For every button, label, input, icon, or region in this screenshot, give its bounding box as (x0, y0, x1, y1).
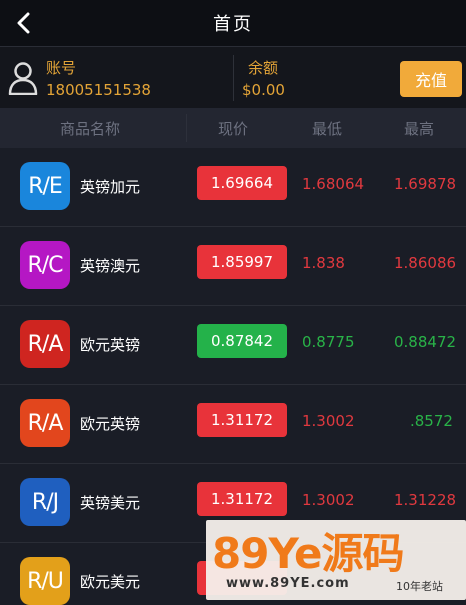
divider (186, 114, 187, 142)
account-label: 账号 (46, 59, 77, 77)
column-header-name: 商品名称 (60, 120, 121, 138)
column-header-price: 现价 (218, 120, 249, 138)
low-price: 1.838 (302, 254, 345, 272)
high-price: 1.31228 (394, 491, 457, 509)
symbol-badge: R/A (20, 320, 70, 368)
product-name: 英镑加元 (80, 178, 141, 196)
watermark: 89Ye源码 www.89YE.com 10年老站 (206, 520, 466, 600)
low-price: 0.8775 (302, 333, 355, 351)
product-name: 英镑澳元 (80, 257, 141, 275)
product-name: 英镑美元 (80, 494, 141, 512)
table-row[interactable]: R/A 欧元英镑 1.31172 1.3002 .8572 (0, 385, 466, 464)
symbol-badge: R/J (20, 478, 70, 526)
back-arrow-icon (17, 12, 30, 34)
page-title: 首页 (213, 14, 253, 35)
high-price: 1.69878 (394, 175, 457, 193)
title-bar: 首页 (0, 0, 466, 46)
symbol-badge: R/E (20, 162, 70, 210)
current-price[interactable]: 1.85997 (197, 245, 287, 279)
table-row[interactable]: R/A 欧元英镑 0.87842 0.8775 0.88472 (0, 306, 466, 385)
account-number: 18005151538 (46, 81, 151, 99)
high-price: .8572 (410, 412, 453, 430)
user-icon (8, 62, 38, 95)
column-header-low: 最低 (312, 120, 343, 138)
current-price[interactable]: 1.31172 (197, 482, 287, 516)
table-row[interactable]: R/C 英镑澳元 1.85997 1.838 1.86086 (0, 227, 466, 306)
symbol-badge: R/C (20, 241, 70, 289)
back-button[interactable] (10, 8, 38, 38)
low-price: 1.3002 (302, 491, 355, 509)
watermark-brand: 89Ye源码 (212, 529, 404, 578)
symbol-badge: R/A (20, 399, 70, 447)
high-price: 1.86086 (394, 254, 457, 272)
balance-label: 余额 (248, 59, 279, 77)
column-header-high: 最高 (404, 120, 435, 138)
high-price: 0.88472 (394, 333, 457, 351)
watermark-url: www.89YE.com (226, 576, 350, 591)
symbol-badge: R/U (20, 557, 70, 605)
product-name: 欧元美元 (80, 573, 141, 591)
current-price[interactable]: 1.31172 (197, 403, 287, 437)
low-price: 1.3002 (302, 412, 355, 430)
low-price: 1.68064 (302, 175, 365, 193)
table-header: 商品名称 现价 最低 最高 (0, 108, 466, 148)
current-price[interactable]: 1.69664 (197, 166, 287, 200)
table-row[interactable]: R/E 英镑加元 1.69664 1.68064 1.69878 (0, 148, 466, 227)
product-name: 欧元英镑 (80, 336, 141, 354)
account-panel: 账号 18005151538 余额 $0.00 充值 (0, 46, 466, 109)
product-name: 欧元英镑 (80, 415, 141, 433)
recharge-button[interactable]: 充值 (400, 61, 462, 97)
balance-value: $0.00 (242, 81, 285, 99)
watermark-tag: 10年老站 (396, 580, 443, 593)
current-price[interactable]: 0.87842 (197, 324, 287, 358)
divider (233, 55, 234, 101)
